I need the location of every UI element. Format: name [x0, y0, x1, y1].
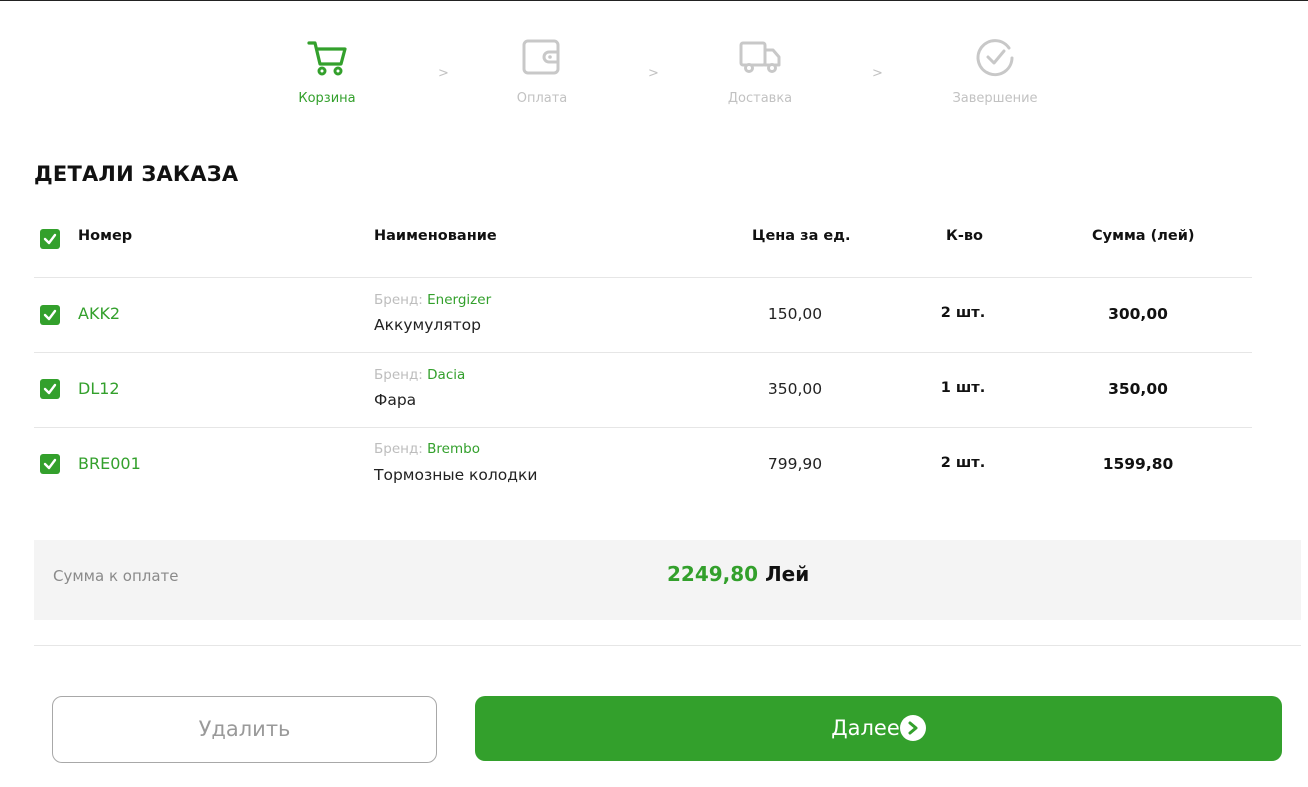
brand-link[interactable]: Dacia: [427, 367, 465, 383]
next-button-label: Далее: [831, 716, 900, 740]
row-checkbox[interactable]: [40, 454, 60, 474]
header-price: Цена за ед.: [752, 228, 851, 244]
step-label: Оплата: [516, 91, 568, 106]
step-label: Завершение: [952, 91, 1038, 106]
row-divider: [34, 427, 1252, 428]
step-separator: >: [872, 66, 883, 81]
total-amount: 2249,80 Лей: [667, 562, 809, 586]
row-checkbox[interactable]: [40, 305, 60, 325]
quantity: 2 шт.: [940, 305, 986, 321]
next-button[interactable]: Далее: [475, 696, 1282, 761]
check-circle-icon: [976, 39, 1014, 77]
row-divider: [34, 352, 1252, 353]
delete-button[interactable]: Удалить: [52, 696, 437, 763]
step-label: Корзина: [298, 91, 356, 106]
quantity: 2 шт.: [940, 455, 986, 471]
brand-prefix: Бренд:: [374, 441, 423, 457]
chevron-right-icon: [899, 715, 926, 741]
step-complete[interactable]: Завершение: [930, 36, 1060, 106]
select-all-checkbox[interactable]: [40, 229, 60, 249]
product-brand: Бренд: Dacia: [374, 367, 465, 383]
row-sum: 1599,80: [1102, 455, 1174, 473]
unit-price: 150,00: [767, 305, 823, 323]
step-payment[interactable]: Оплата: [477, 36, 607, 106]
header-qty: К-во: [946, 228, 984, 244]
product-name: Фара: [374, 391, 417, 409]
page-title: ДЕТАЛИ ЗАКАЗА: [34, 162, 239, 186]
total-label: Сумма к оплате: [53, 567, 179, 585]
quantity: 1 шт.: [940, 380, 986, 396]
checkmark-icon: [43, 383, 57, 395]
brand-link[interactable]: Energizer: [427, 292, 491, 308]
row-checkbox[interactable]: [40, 379, 60, 399]
wallet-icon: [522, 39, 560, 75]
step-label: Доставка: [727, 91, 793, 106]
header-code: Номер: [78, 228, 133, 244]
unit-price: 799,90: [767, 455, 823, 473]
product-code-link[interactable]: AKK2: [78, 304, 120, 323]
product-code-link[interactable]: BRE001: [78, 454, 141, 473]
step-delivery[interactable]: Доставка: [695, 36, 825, 106]
unit-price: 350,00: [767, 380, 823, 398]
product-code-link[interactable]: DL12: [78, 379, 120, 398]
divider: [34, 645, 1301, 646]
checkmark-icon: [43, 458, 57, 470]
step-separator: >: [648, 66, 659, 81]
total-currency: Лей: [765, 562, 810, 586]
step-cart[interactable]: Корзина: [262, 36, 392, 106]
product-brand: Бренд: Brembo: [374, 441, 480, 457]
brand-prefix: Бренд:: [374, 292, 423, 308]
row-divider: [34, 277, 1252, 278]
row-sum: 300,00: [1108, 305, 1168, 323]
total-value: 2249,80: [667, 562, 759, 586]
row-sum: 350,00: [1108, 380, 1168, 398]
checkmark-icon: [43, 309, 57, 321]
total-panel: Сумма к оплате 2249,80 Лей: [34, 540, 1301, 620]
product-name: Аккумулятор: [374, 316, 481, 334]
step-separator: >: [438, 66, 449, 81]
header-name: Наименование: [374, 228, 497, 244]
brand-prefix: Бренд:: [374, 367, 423, 383]
product-brand: Бренд: Energizer: [374, 292, 491, 308]
header-sum: Сумма (лей): [1092, 228, 1195, 244]
brand-link[interactable]: Brembo: [427, 441, 480, 457]
top-border: [0, 0, 1308, 1]
product-name: Тормозные колодки: [374, 466, 538, 484]
checkmark-icon: [43, 233, 57, 245]
truck-icon: [739, 41, 781, 73]
cart-icon: [307, 41, 347, 76]
